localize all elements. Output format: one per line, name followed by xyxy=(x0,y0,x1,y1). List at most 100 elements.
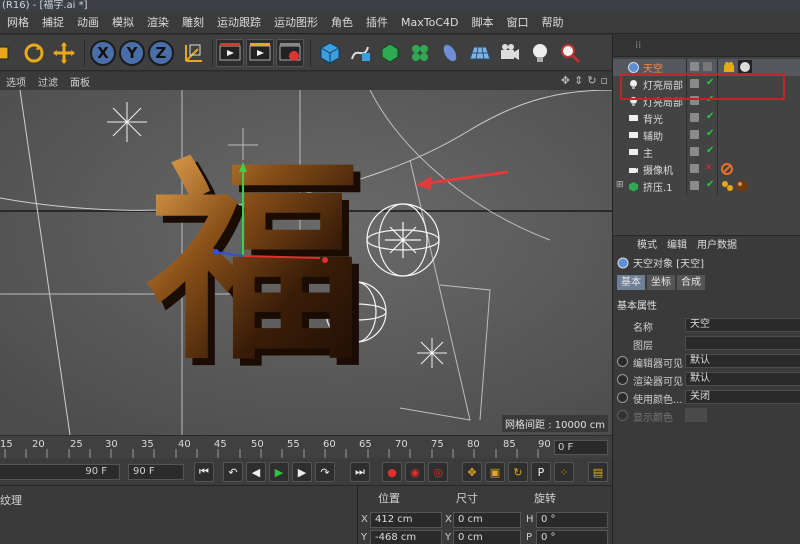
camera-icon[interactable] xyxy=(496,39,524,67)
keyframe-selection-button[interactable]: ◎ xyxy=(428,462,448,482)
go-to-start-button[interactable]: ⏮ xyxy=(194,462,214,482)
layer-icon[interactable] xyxy=(690,62,699,71)
deformer-icon[interactable] xyxy=(436,39,464,67)
visibility-dots-icon[interactable] xyxy=(703,62,712,71)
menu-character[interactable]: 角色 xyxy=(324,12,359,34)
spline-pen-icon[interactable] xyxy=(346,39,374,67)
go-to-end-button[interactable]: ⏭ xyxy=(350,462,370,482)
previous-key-button[interactable]: ↶ xyxy=(223,462,243,482)
object-row-area-light[interactable]: 主 ✔ xyxy=(613,144,800,161)
menu-script[interactable]: 脚本 xyxy=(464,12,499,34)
render-settings-icon[interactable] xyxy=(276,39,304,67)
menu-maxtoc4d[interactable]: MaxToC4D xyxy=(394,12,464,34)
menu-mograph[interactable]: 运动图形 xyxy=(267,12,324,34)
render-view-icon[interactable] xyxy=(216,39,244,67)
menu-render[interactable]: 渲染 xyxy=(140,12,175,34)
viewport-menu-filter[interactable]: 过滤 xyxy=(32,74,64,89)
cube-icon[interactable] xyxy=(316,39,344,67)
key-scale-button[interactable]: ▣ xyxy=(485,462,505,482)
render-visible-select[interactable]: 默认 xyxy=(685,372,800,386)
key-rotation-button[interactable]: ↻ xyxy=(508,462,528,482)
attr-tab-user-data[interactable]: 用户数据 xyxy=(697,236,737,251)
maximize-view-icon[interactable]: ▫ xyxy=(601,74,608,87)
subdivision-surface-icon[interactable] xyxy=(376,39,404,67)
animate-radio[interactable] xyxy=(617,356,628,367)
light-icon[interactable] xyxy=(526,39,554,67)
protection-tag-icon[interactable] xyxy=(721,163,733,175)
subtab-compositing[interactable]: 合成 xyxy=(677,275,705,290)
key-position-button[interactable]: ✥ xyxy=(462,462,482,482)
viewport-menu-options[interactable]: 选项 xyxy=(0,74,32,89)
current-frame-field[interactable]: 0 F xyxy=(554,440,608,455)
position-y-field[interactable]: -468 cm xyxy=(370,530,442,544)
animate-radio[interactable] xyxy=(617,392,628,403)
menu-simulate[interactable]: 模拟 xyxy=(105,12,140,34)
object-row-camera[interactable]: 摄像机 ✕ xyxy=(613,161,800,178)
zoom-view-icon[interactable]: ⇕ xyxy=(574,74,583,87)
auto-keying-button[interactable]: ◉ xyxy=(405,462,425,482)
menu-mesh[interactable]: 网格 xyxy=(0,12,35,34)
use-color-select[interactable]: 关闭 xyxy=(685,390,800,404)
render-to-picture-viewer-icon[interactable] xyxy=(246,39,274,67)
attr-tab-mode[interactable]: 模式 xyxy=(637,236,657,251)
enabled-check-icon[interactable]: ✔ xyxy=(706,111,714,122)
record-keys-button[interactable]: ● xyxy=(382,462,402,482)
layer-icon[interactable] xyxy=(690,181,699,190)
y-axis-lock-button[interactable]: Y xyxy=(119,40,145,66)
timeline-window-button[interactable]: ▤ xyxy=(588,462,608,482)
end-frame-field[interactable]: 90 F xyxy=(128,464,184,480)
phong-tag-icon[interactable] xyxy=(721,180,733,192)
coordinate-system-icon[interactable] xyxy=(180,39,208,67)
key-point-level-button[interactable]: ⁘ xyxy=(554,462,574,482)
cloner-icon[interactable] xyxy=(406,39,434,67)
render-tag-icon[interactable] xyxy=(723,62,735,73)
layer-icon[interactable] xyxy=(690,113,699,122)
key-parameter-button[interactable]: P xyxy=(531,462,551,482)
rotation-p-field[interactable]: 0 ° xyxy=(536,530,608,544)
floor-icon[interactable] xyxy=(466,39,494,67)
layer-field[interactable] xyxy=(685,336,800,350)
menu-sculpt[interactable]: 雕刻 xyxy=(175,12,210,34)
next-frame-button[interactable]: ▶ xyxy=(292,462,312,482)
x-axis-lock-button[interactable]: X xyxy=(90,40,116,66)
animate-radio[interactable] xyxy=(617,374,628,385)
next-key-button[interactable]: ↷ xyxy=(315,462,335,482)
editor-visible-select[interactable]: 默认 xyxy=(685,354,800,368)
menu-plugins[interactable]: 插件 xyxy=(359,12,394,34)
viewport-menu-panel[interactable]: 面板 xyxy=(64,74,96,89)
object-row-extrude[interactable]: ⊞ 挤压.1 ✔ xyxy=(613,178,800,195)
position-x-field[interactable]: 412 cm xyxy=(370,512,442,528)
move-view-icon[interactable]: ✥ xyxy=(561,74,570,87)
attr-tab-edit[interactable]: 编辑 xyxy=(667,236,687,251)
layer-icon[interactable] xyxy=(690,164,699,173)
enabled-check-icon[interactable]: ✔ xyxy=(706,128,714,139)
z-axis-lock-button[interactable]: Z xyxy=(148,40,174,66)
previous-frame-button[interactable]: ◀ xyxy=(246,462,266,482)
subtab-coord[interactable]: 坐标 xyxy=(647,275,675,290)
size-y-field[interactable]: 0 cm xyxy=(453,530,521,544)
disabled-x-icon[interactable]: ✕ xyxy=(705,163,713,173)
size-x-field[interactable]: 0 cm xyxy=(453,512,521,528)
layer-icon[interactable] xyxy=(690,130,699,139)
menu-motion-tracker[interactable]: 运动跟踪 xyxy=(210,12,267,34)
menu-window[interactable]: 窗口 xyxy=(499,12,534,34)
play-button[interactable]: ▶ xyxy=(269,462,289,482)
move-tool-icon[interactable] xyxy=(50,39,78,67)
timeline-ruler[interactable]: 15 20 25 30 35 40 45 50 55 60 65 70 75 8… xyxy=(0,435,612,458)
enabled-check-icon[interactable]: ✔ xyxy=(706,145,714,156)
object-row-area-light[interactable]: 背光 ✔ xyxy=(613,110,800,127)
rotate-tool-icon[interactable] xyxy=(20,39,48,67)
3d-viewport[interactable]: 福 福 网格间距 : 10000 cm xyxy=(0,90,612,435)
layer-icon[interactable] xyxy=(690,147,699,156)
rotate-view-icon[interactable]: ↻ xyxy=(587,74,596,87)
menu-help[interactable]: 帮助 xyxy=(534,12,569,34)
scene-search-icon[interactable] xyxy=(556,39,584,67)
material-tag-icon[interactable] xyxy=(738,60,752,74)
menu-snap[interactable]: 捕捉 xyxy=(35,12,70,34)
extruded-character[interactable]: 福 福 xyxy=(146,136,370,396)
menu-animate[interactable]: 动画 xyxy=(70,12,105,34)
scale-tool-icon[interactable] xyxy=(0,39,18,67)
subtab-basic[interactable]: 基本 xyxy=(617,275,645,290)
object-row-area-light[interactable]: 辅助 ✔ xyxy=(613,127,800,144)
max-frame-slider[interactable]: 90 F xyxy=(0,464,120,480)
